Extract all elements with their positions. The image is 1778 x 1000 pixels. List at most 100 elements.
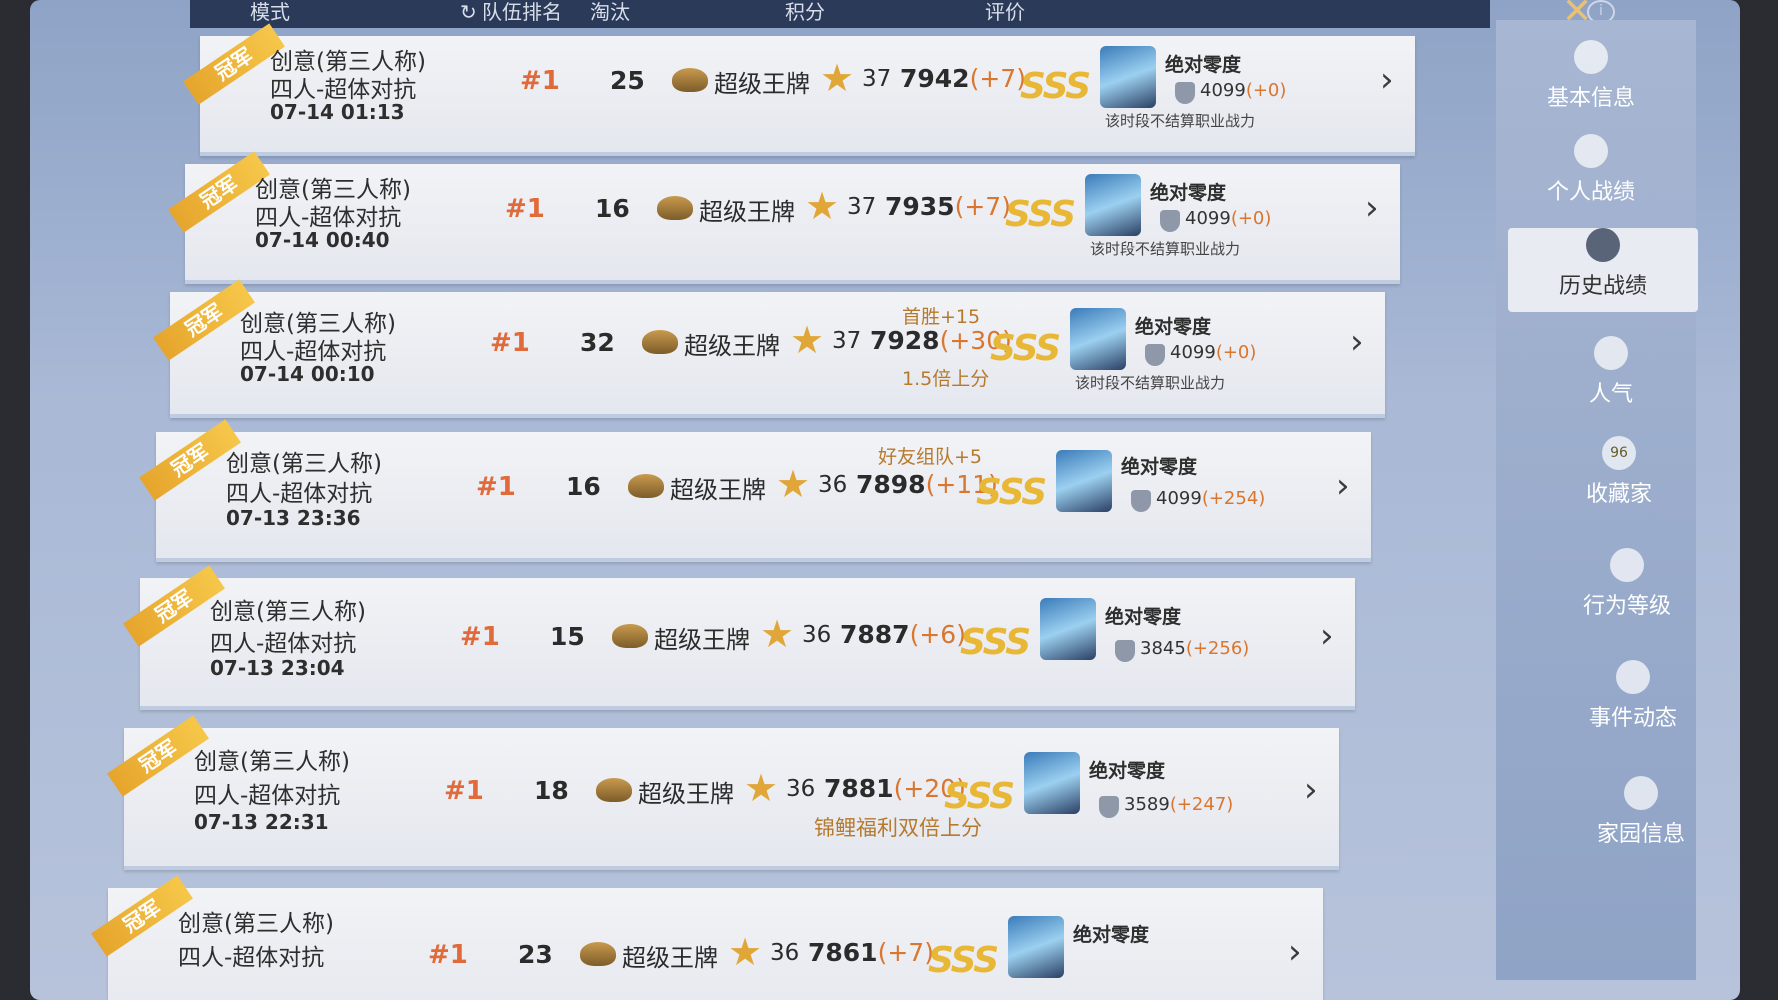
sidebar-item-label: 事件动态 [1588,706,1677,731]
match-row[interactable]: 冠军 创意(第三人称) 四人-超体对抗 07-14 01:13 #1 25 超级… [183,23,1415,156]
star-icon: ★ [820,56,855,100]
power-note: 该时段不结算职业战力 [1090,240,1241,258]
power-delta: (+0) [1245,80,1287,101]
match-row[interactable]: 冠军 创意(第三人称) 四人-超体对抗 07-14 00:10 #1 32 超级… [153,279,1385,418]
chevron-right-icon[interactable]: › [1350,322,1364,362]
rating-grade: SSS [1005,194,1076,235]
match-time: 07-14 00:40 [255,228,390,252]
profile-sidebar: 基本信息 个人战绩 历史战绩 人气 96 收藏家 行为等级 事件动态 家园信息 [1496,20,1698,980]
sidebar-item-behavior-level[interactable]: 行为等级 [1532,548,1722,632]
score-delta: (+7) [969,64,1026,93]
star-count: 37 [862,66,892,92]
chevron-right-icon[interactable]: › [1380,60,1394,100]
team-rank: #1 [444,776,484,806]
chevron-right-icon[interactable]: › [1320,616,1334,656]
match-time: 07-13 22:31 [194,810,329,834]
score-value: 7861 [808,938,878,967]
sidebar-item-collector[interactable]: 96 收藏家 [1524,436,1714,520]
star-count: 37 [832,328,862,354]
score: 7887(+6) [840,620,966,649]
header-mode: 模式 [250,0,290,24]
chevron-right-icon[interactable]: › [1304,770,1318,810]
match-time: 07-13 23:04 [210,656,345,680]
star-count: 36 [818,472,848,498]
behavior-shield-icon [1610,548,1644,582]
elimination-count: 16 [566,472,601,501]
mode-name: 创意(第三人称) [210,599,366,625]
sidebar-item-label: 人气 [1588,382,1633,407]
player-name: 绝对零度 [1089,760,1166,782]
sidebar-item-home-info[interactable]: 家园信息 [1546,776,1736,860]
chevron-right-icon[interactable]: › [1336,466,1350,506]
team-rank: #1 [520,66,560,96]
match-row[interactable]: 冠军 创意(第三人称) 四人-超体对抗 07-14 00:40 #1 16 超级… [168,151,1400,284]
tier-name: 超级王牌 [622,944,718,972]
tier-wings-icon [628,474,664,498]
sidebar-item-events[interactable]: 事件动态 [1538,660,1728,744]
bonus-note: 首胜+15 [902,306,981,328]
rating-grade: SSS [1020,66,1091,107]
combat-power: 4099(+0) [1170,342,1256,363]
home-icon [1624,776,1658,810]
star-count: 36 [770,940,800,966]
power-value: 4099 [1200,80,1246,101]
sidebar-item-label: 收藏家 [1585,482,1652,507]
tier-name: 超级王牌 [699,198,795,226]
sidebar-item-match-history[interactable]: 历史战绩 [1508,228,1698,312]
player-avatar [1056,450,1112,512]
mode-name: 创意(第三人称) [194,749,350,775]
star-count: 37 [847,194,877,220]
mode-sub: 四人-超体对抗 [240,339,387,365]
refresh-icon[interactable]: ↻ [460,0,477,24]
rating-grade: SSS [990,328,1061,369]
chevron-right-icon[interactable]: › [1365,188,1379,228]
sidebar-item-personal-stats[interactable]: 个人战绩 [1496,134,1686,218]
elimination-count: 16 [595,194,630,223]
star-icon: ★ [790,318,825,362]
header-points: 积分 [785,0,825,24]
player-name: 绝对零度 [1105,606,1182,628]
power-delta: (+254) [1201,488,1266,509]
mode-sub: 四人-超体对抗 [194,783,341,809]
sidebar-item-label: 基本信息 [1546,86,1635,111]
player-avatar [1070,308,1126,370]
star-count: 36 [786,776,816,802]
power-note: 该时段不结算职业战力 [1105,112,1256,130]
combat-power: 3589(+247) [1124,794,1233,815]
power-delta: (+0) [1230,208,1272,229]
score-value: 7928 [870,326,940,355]
elimination-count: 15 [550,622,585,651]
tier-name: 超级王牌 [654,626,750,654]
match-row[interactable]: 冠军 创意(第三人称) 四人-超体对抗 07-13 22:31 #1 18 超级… [107,715,1339,870]
team-rank: #1 [476,472,516,502]
rating-grade: SSS [944,776,1015,817]
power-note: 该时段不结算职业战力 [1075,374,1226,392]
score-value: 7887 [840,620,910,649]
chevron-right-icon[interactable]: › [1288,932,1302,972]
sidebar-item-basic-info[interactable]: 基本信息 [1496,40,1686,124]
elimination-count: 25 [610,66,645,95]
player-name: 绝对零度 [1165,54,1242,76]
player-avatar [1008,916,1064,978]
tier-wings-icon [642,330,678,354]
match-row[interactable]: 冠军 创意(第三人称) 四人-超体对抗 07-13 23:36 #1 16 超级… [139,419,1371,562]
score-value: 7935 [885,192,955,221]
star-icon: ★ [728,930,763,974]
score: 7935(+7) [885,192,1011,221]
match-row[interactable]: 冠军 创意(第三人称) 四人-超体对抗 07-13 23:04 #1 15 超级… [123,565,1355,710]
mode-sub: 四人-超体对抗 [210,631,357,657]
team-rank: #1 [505,194,545,224]
tier-wings-icon [657,196,693,220]
collector-badge-icon: 96 [1602,436,1636,470]
sidebar-item-popularity[interactable]: 人气 [1516,336,1706,420]
match-row[interactable]: 冠军 创意(第三人称) 四人-超体对抗 #1 23 超级王牌 ★ 36 7861… [91,875,1323,1000]
rating-grade: SSS [960,622,1031,663]
mode-sub: 四人-超体对抗 [226,481,373,507]
power-value: 4099 [1170,342,1216,363]
score-value: 7898 [856,470,926,499]
mode-name: 创意(第三人称) [178,911,334,937]
star-icon: ★ [760,612,795,656]
table-header: 模式 ↻ 队伍排名 淘汰 积分 评价 i [190,0,1615,28]
shield-icon [1131,490,1151,512]
header-rating: 评价 [985,0,1025,24]
